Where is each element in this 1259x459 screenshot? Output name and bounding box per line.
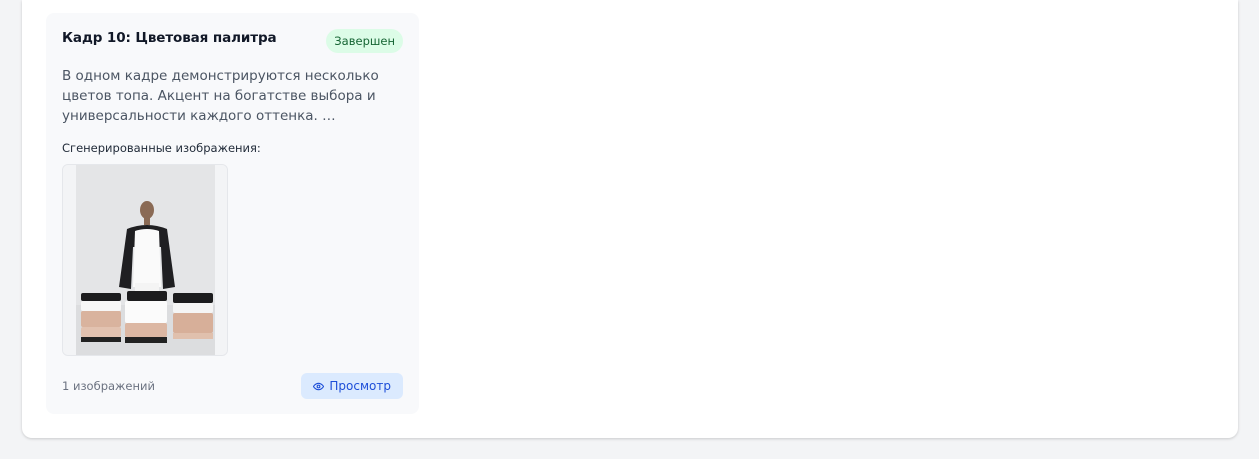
view-button-label: Просмотр bbox=[329, 379, 391, 393]
eye-icon bbox=[313, 381, 325, 392]
product-photo-image bbox=[63, 165, 227, 355]
card-title: Кадр 10: Цветовая палитра bbox=[62, 30, 277, 46]
content-panel: Кадр 10: Цветовая палитра Завершен В одн… bbox=[22, 0, 1238, 438]
view-button[interactable]: Просмотр bbox=[301, 373, 403, 399]
status-badge: Завершен bbox=[326, 29, 403, 53]
generated-image-thumbnail[interactable] bbox=[62, 164, 228, 356]
generated-images-label: Сгенерированные изображения: bbox=[62, 141, 261, 155]
frame-card: Кадр 10: Цветовая палитра Завершен В одн… bbox=[46, 13, 419, 414]
image-count: 1 изображений bbox=[62, 379, 155, 393]
card-description: В одном кадре демонстрируются несколько … bbox=[62, 68, 379, 124]
